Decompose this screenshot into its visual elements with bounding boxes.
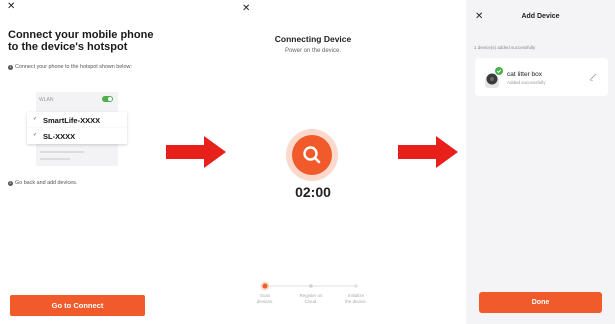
instruction-step-1: 1 Connect your phone to the hotspot shown… xyxy=(8,64,148,71)
edit-icon[interactable] xyxy=(589,73,597,81)
arrow-right-icon xyxy=(398,136,458,168)
page-subtitle: Power on the device. xyxy=(284,48,342,54)
close-icon[interactable]: ✕ xyxy=(7,2,15,12)
instruction-step-2: 2 Go back and add devices. xyxy=(8,180,148,187)
close-icon[interactable]: ✕ xyxy=(242,4,250,14)
search-icon xyxy=(286,129,338,181)
page-title: Add Device xyxy=(521,13,560,20)
instruction-text: Connect your phone to the hotspot shown … xyxy=(15,64,132,70)
progress-step-initialize: Initialize the device. xyxy=(345,293,367,304)
wlan-label: WLAN xyxy=(39,97,54,103)
checkmark-icon: ✓ xyxy=(33,116,38,122)
wifi-name: SL-XXXX xyxy=(43,132,76,141)
placeholder-line xyxy=(40,151,84,153)
page-title: Connect your mobile phone to the device'… xyxy=(8,29,154,53)
progress-step-scan: Scan devices. xyxy=(256,293,274,304)
device-card[interactable]: cat litter box Added successfully xyxy=(475,58,608,96)
progress-steps xyxy=(260,281,358,291)
instruction-text: Go back and add devices. xyxy=(15,180,78,186)
cat-litter-box-icon xyxy=(485,67,503,88)
page-title: Connecting Device xyxy=(274,34,352,44)
arrow-right-icon xyxy=(166,136,226,168)
placeholder-line xyxy=(40,158,70,160)
progress-step-register: Register on Cloud. xyxy=(299,293,323,304)
go-to-connect-button[interactable]: Go to Connect xyxy=(10,295,145,316)
wifi-item-sl: ✓ SL-XXXX xyxy=(27,128,127,144)
device-name: cat litter box xyxy=(507,71,543,78)
add-device-screen: ✕ Add Device 1 device(s) added successfu… xyxy=(466,0,615,324)
countdown-timer: 02:00 xyxy=(295,184,331,200)
connect-hotspot-screen: ✕ Connect your mobile phone to the devic… xyxy=(0,0,158,324)
wlan-toggle-icon xyxy=(102,96,113,102)
step-number: 1 xyxy=(8,65,13,70)
done-button[interactable]: Done xyxy=(479,292,602,313)
wifi-name: SmartLife-XXXX xyxy=(43,116,101,125)
connecting-device-screen: ✕ Connecting Device Power on the device.… xyxy=(236,0,390,324)
device-status: Added successfully xyxy=(507,80,546,85)
wifi-item-smartlife: ✓ SmartLife-XXXX xyxy=(27,112,127,128)
step-number: 2 xyxy=(8,181,13,186)
checkmark-icon: ✓ xyxy=(33,132,38,138)
success-count-text: 1 device(s) added successfully xyxy=(474,45,536,50)
